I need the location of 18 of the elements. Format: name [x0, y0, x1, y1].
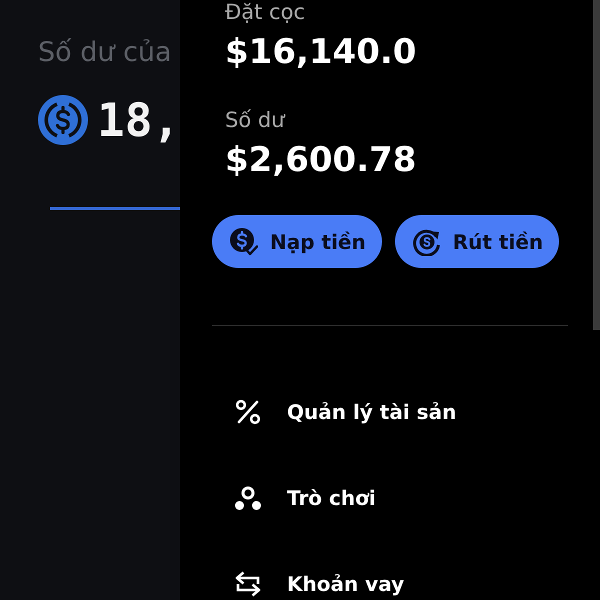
stat-value: $16,140.0: [225, 32, 416, 72]
three-circles-icon: [235, 485, 261, 511]
withdraw-button[interactable]: Rút tiền: [394, 215, 560, 268]
menu-item[interactable]: Trò chơi: [235, 483, 376, 513]
menu-item[interactable]: Khoản vay: [235, 569, 404, 599]
coin-icon: [38, 95, 88, 145]
repeat-arrows-icon: [235, 571, 261, 597]
stat-label: Đặt cọc: [225, 0, 306, 24]
balance-label: Số dư của: [38, 37, 172, 69]
balance-amount: 18,: [97, 95, 180, 145]
percent-icon: [235, 399, 261, 425]
coin-cycle-icon: [412, 228, 441, 256]
dollar-check-icon: [230, 228, 258, 256]
stat-value: $2,600.78: [225, 140, 416, 180]
menu-item[interactable]: Quản lý tài sản: [235, 397, 456, 427]
stat-label: Số dư: [225, 108, 286, 132]
scrollbar-thumb[interactable]: [593, 0, 600, 330]
deposit-button[interactable]: Nạp tiền: [212, 215, 382, 268]
